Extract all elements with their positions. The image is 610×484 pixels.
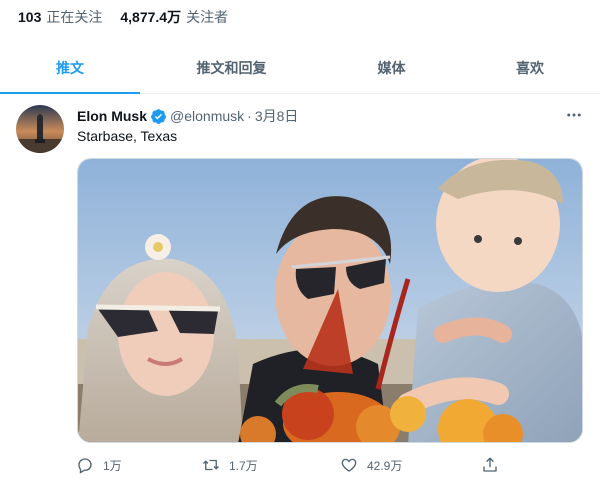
share-button[interactable] bbox=[481, 453, 499, 477]
active-tab-indicator bbox=[0, 92, 140, 94]
header-separator: · bbox=[247, 108, 252, 124]
tweet-text: Starbase, Texas bbox=[77, 128, 178, 144]
tab-likes[interactable]: 喜欢 bbox=[460, 42, 600, 93]
tab-tweets-label: 推文 bbox=[56, 59, 84, 76]
author-avatar[interactable] bbox=[16, 105, 64, 153]
verified-badge-icon bbox=[150, 108, 167, 125]
share-icon bbox=[481, 456, 499, 474]
retweet-count: 1.7万 bbox=[229, 458, 258, 473]
author-handle[interactable]: @elonmusk bbox=[170, 108, 244, 124]
reply-count: 1万 bbox=[103, 458, 122, 473]
tweet[interactable]: Elon Musk @elonmusk · 3月8日 Starbase, Tex… bbox=[0, 95, 600, 484]
like-button[interactable]: 42.9万 bbox=[340, 453, 402, 477]
followers-label[interactable]: 关注者 bbox=[186, 7, 228, 27]
author-name[interactable]: Elon Musk bbox=[77, 108, 147, 124]
tab-media-label: 媒体 bbox=[377, 59, 406, 76]
retweet-icon bbox=[202, 456, 220, 474]
followers-count[interactable]: 4,877.4万 bbox=[120, 7, 181, 27]
following-count[interactable]: 103 bbox=[18, 9, 41, 25]
tweet-header: Elon Musk @elonmusk · 3月8日 bbox=[77, 106, 298, 126]
tab-tweets-and-replies[interactable]: 推文和回复 bbox=[140, 42, 323, 93]
tab-tweets-and-replies-label: 推文和回复 bbox=[196, 59, 267, 76]
like-icon bbox=[340, 456, 358, 474]
tweet-photo[interactable] bbox=[77, 158, 583, 443]
reply-button[interactable]: 1万 bbox=[76, 453, 122, 477]
profile-stats: 103 正在关注 4,877.4万 关注者 bbox=[18, 6, 228, 28]
tab-media[interactable]: 媒体 bbox=[323, 42, 460, 93]
profile-tabs: 推文 推文和回复 媒体 喜欢 bbox=[0, 42, 600, 94]
retweet-button[interactable]: 1.7万 bbox=[202, 453, 258, 477]
like-count: 42.9万 bbox=[367, 458, 403, 473]
tab-likes-label: 喜欢 bbox=[516, 59, 544, 76]
following-label[interactable]: 正在关注 bbox=[46, 7, 102, 27]
tweet-actions: 1万 1.7万 42.9万 bbox=[76, 453, 506, 477]
tweet-date[interactable]: 3月8日 bbox=[255, 106, 299, 126]
reply-icon bbox=[76, 456, 94, 474]
more-options-icon[interactable] bbox=[562, 105, 586, 125]
tab-tweets[interactable]: 推文 bbox=[0, 42, 140, 94]
